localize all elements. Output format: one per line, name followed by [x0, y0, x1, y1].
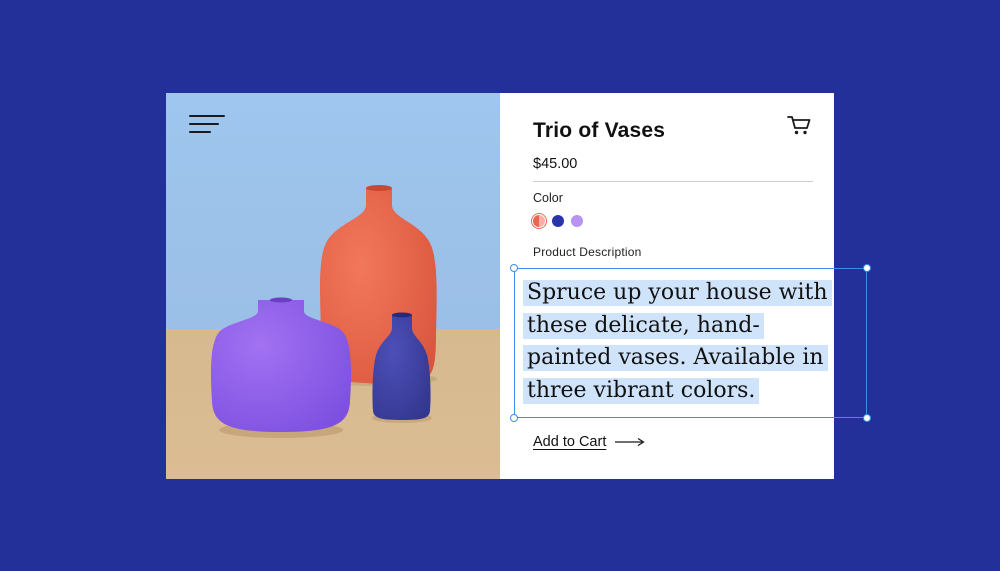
resize-handle-bottom-left[interactable] [510, 414, 518, 422]
description-line: Spruce up your house with [523, 280, 832, 306]
add-to-cart-link[interactable]: Add to Cart [533, 434, 646, 450]
resize-handle-bottom-right[interactable] [863, 414, 871, 422]
color-swatch-coral[interactable] [531, 213, 547, 229]
description-line: these delicate, hand- [523, 312, 764, 339]
description-label: Product Description [533, 245, 642, 259]
hamburger-menu-icon-line-3 [189, 131, 211, 133]
description-line: painted vases. Available in [523, 345, 828, 371]
vases-image [166, 93, 500, 479]
resize-handle-top-left[interactable] [510, 264, 518, 272]
color-label: Color [533, 191, 563, 205]
product-title: Trio of Vases [533, 119, 666, 142]
product-card: Trio of Vases $45.00 Color Product Descr… [166, 93, 834, 479]
resize-handle-top-right[interactable] [863, 264, 871, 272]
arrow-right-icon [615, 437, 646, 447]
color-swatch-lavender[interactable] [571, 215, 583, 227]
product-price: $45.00 [533, 156, 578, 172]
hamburger-menu-icon-line-1 [189, 115, 225, 117]
description-line: three vibrant colors. [523, 377, 760, 404]
color-swatches [531, 213, 583, 229]
color-swatch-navy[interactable] [552, 215, 564, 227]
product-description[interactable]: Spruce up your house with these delicate… [523, 277, 853, 407]
divider [533, 181, 813, 182]
product-details-panel: Trio of Vases $45.00 Color Product Descr… [500, 93, 834, 479]
add-to-cart-label: Add to Cart [533, 434, 607, 450]
shopping-cart-icon[interactable] [786, 113, 812, 137]
menu-button[interactable] [189, 115, 227, 137]
product-photo [166, 93, 500, 479]
hamburger-menu-icon-line-2 [189, 123, 219, 125]
